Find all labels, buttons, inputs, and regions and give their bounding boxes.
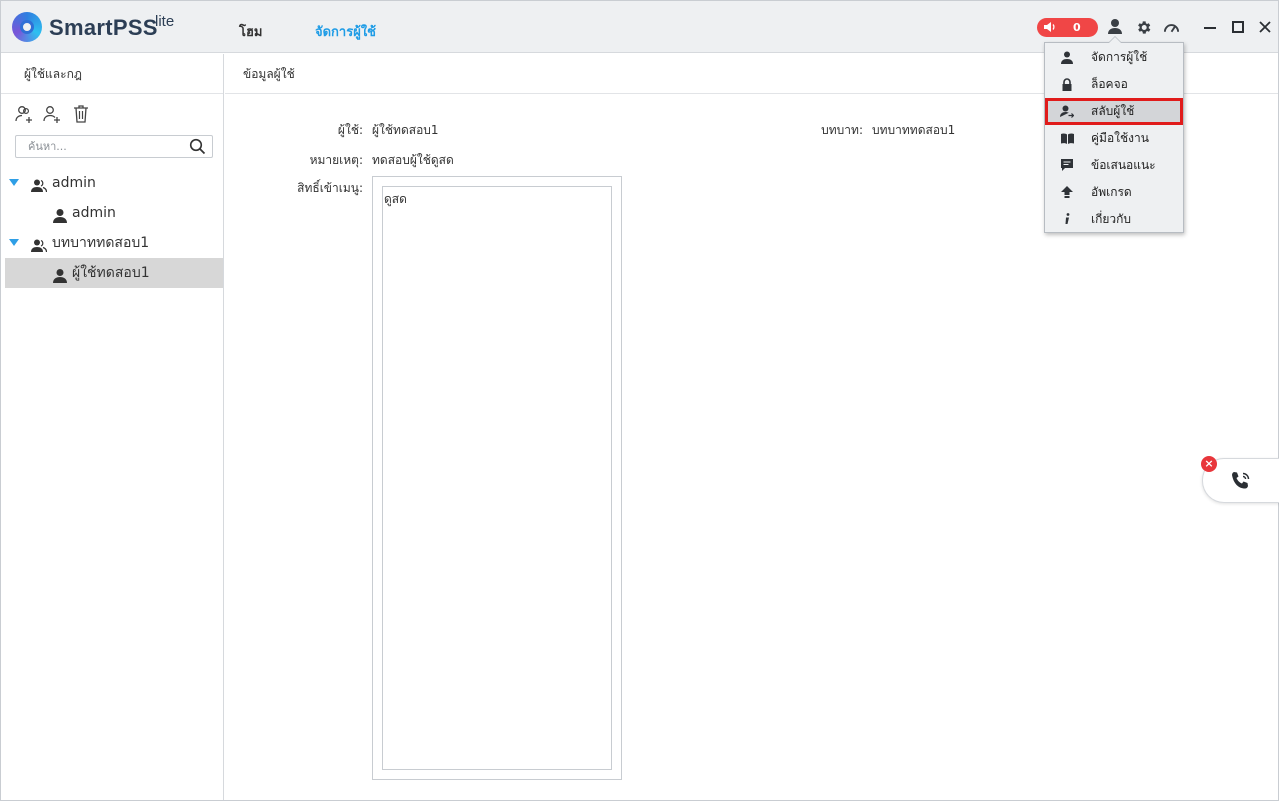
menu-item-switch-user[interactable]: สลับผู้ใช้ — [1045, 98, 1183, 125]
menu-item-label: สลับผู้ใช้ — [1091, 104, 1135, 118]
menu-permission-box: ดูสด — [372, 176, 622, 780]
user-tree: admin admin บทบาททดสอบ1 ผู้ใช้ทดสอบ1 — [1, 168, 223, 288]
menu-item-label: คู่มือใช้งาน — [1091, 131, 1149, 145]
alarm-count: 0 — [1073, 21, 1081, 34]
close-button[interactable] — [1255, 17, 1275, 37]
tree-node-label: admin — [72, 205, 116, 221]
switch-user-icon — [1060, 104, 1074, 118]
search-box — [15, 135, 213, 158]
add-user-icon[interactable] — [43, 104, 63, 124]
feedback-icon — [1060, 158, 1074, 172]
menu-item-user-manage[interactable]: จัดการผู้ใช้ — [1045, 44, 1183, 71]
maximize-button[interactable] — [1228, 17, 1248, 37]
menu-item-feedback[interactable]: ข้อเสนอแนะ — [1045, 152, 1183, 179]
search-icon[interactable] — [189, 138, 206, 155]
expand-arrow-icon[interactable] — [9, 179, 19, 186]
role-field-label: บทบาท: — [821, 123, 863, 137]
tree-node-label: ผู้ใช้ทดสอบ1 — [72, 265, 150, 281]
menu-item-about[interactable]: เกี่ยวกับ — [1045, 206, 1183, 233]
menu-item-upgrade[interactable]: อัพเกรด — [1045, 179, 1183, 206]
minimize-button[interactable] — [1200, 17, 1220, 37]
search-input[interactable] — [16, 136, 186, 157]
group-icon — [31, 235, 48, 253]
speaker-icon — [1043, 20, 1057, 38]
info-icon — [1060, 212, 1074, 226]
brand-suffix: lite — [155, 13, 175, 30]
phone-icon[interactable] — [1229, 469, 1253, 493]
app-window: SmartPSS lite โฮม จัดการผู้ใช้ 0 ผู้ใช้แ… — [0, 0, 1279, 801]
note-field-value: ทดสอบผู้ใช้ดูสด — [372, 153, 454, 167]
user-field-value: ผู้ใช้ทดสอบ1 — [372, 123, 439, 137]
menu-item-label: อัพเกรด — [1091, 185, 1132, 199]
menu-permission-label: สิทธิ์เข้าเมนู: — [297, 181, 363, 195]
users-roles-panel: ผู้ใช้และกฎ admin — [1, 54, 224, 800]
user-menu-icon[interactable] — [1105, 17, 1125, 37]
brand-name: SmartPSS — [49, 15, 158, 40]
close-widget-icon[interactable]: × — [1201, 456, 1217, 472]
user-icon — [53, 265, 69, 283]
tree-node-user-admin[interactable]: admin — [1, 198, 223, 228]
menu-item-lock-screen[interactable]: ล็อคจอ — [1045, 71, 1183, 98]
group-icon — [31, 175, 48, 193]
alarm-badge[interactable]: 0 — [1037, 18, 1098, 37]
menu-item-manual[interactable]: คู่มือใช้งาน — [1045, 125, 1183, 152]
menu-item-label: ล็อคจอ — [1091, 77, 1128, 91]
tree-node-user-test[interactable]: ผู้ใช้ทดสอบ1 — [5, 258, 223, 288]
user-dropdown-menu: จัดการผู้ใช้ ล็อคจอ สลับผู้ใช้ คู่มือใช้… — [1044, 36, 1184, 233]
expand-arrow-icon[interactable] — [9, 239, 19, 246]
tab-user-manage[interactable]: จัดการผู้ใช้ — [315, 21, 376, 42]
performance-gauge-icon[interactable] — [1161, 17, 1181, 37]
book-icon — [1060, 131, 1074, 145]
tree-node-role-test[interactable]: บทบาททดสอบ1 — [1, 228, 223, 258]
menu-item-label: ข้อเสนอแนะ — [1091, 158, 1156, 172]
smartpss-logo — [12, 12, 42, 42]
role-field-value: บทบาททดสอบ1 — [872, 123, 956, 137]
user-icon — [1060, 50, 1074, 64]
permission-item: ดูสด — [384, 192, 407, 206]
user-field-label: ผู้ใช้: — [337, 123, 363, 137]
note-field-label: หมายเหตุ: — [309, 153, 363, 167]
user-icon — [53, 205, 69, 223]
tree-node-label: บทบาททดสอบ1 — [52, 235, 150, 251]
lock-icon — [1060, 77, 1074, 91]
add-role-icon[interactable] — [15, 104, 35, 124]
delete-icon[interactable] — [71, 104, 91, 124]
menu-item-label: จัดการผู้ใช้ — [1091, 50, 1148, 64]
panel-title: ผู้ใช้และกฎ — [1, 54, 223, 94]
tree-node-label: admin — [52, 175, 96, 191]
upgrade-icon — [1060, 185, 1074, 199]
gear-icon[interactable] — [1133, 17, 1153, 37]
tree-node-role-admin[interactable]: admin — [1, 168, 223, 198]
menu-item-label: เกี่ยวกับ — [1091, 212, 1132, 226]
tab-home[interactable]: โฮม — [239, 21, 263, 42]
menu-permission-list[interactable]: ดูสด — [382, 186, 612, 770]
